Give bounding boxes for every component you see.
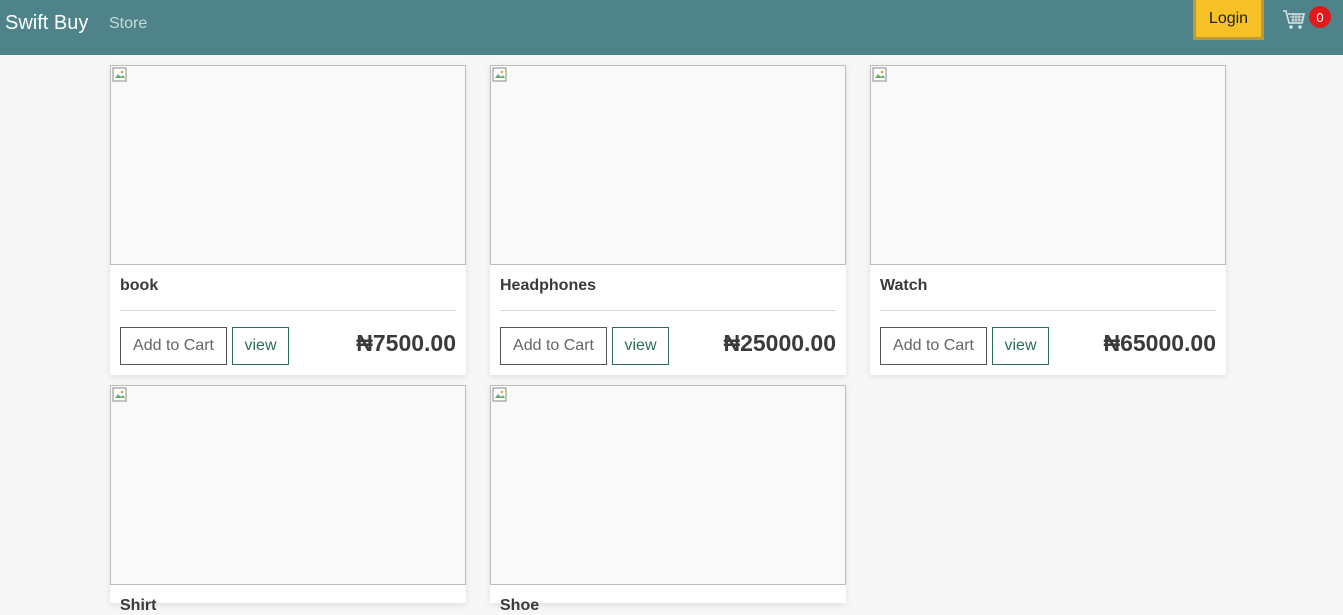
product-name: Shoe [500,597,540,614]
product-card: Shirt [110,385,466,614]
cart-count-badge: 0 [1309,6,1331,28]
brand-logo[interactable]: Swift Buy [5,11,88,35]
divider [120,310,456,311]
view-button[interactable]: view [992,327,1049,365]
nav-link-store[interactable]: Store [109,15,147,33]
product-price: ₦25000.00 [723,330,836,356]
add-to-cart-button[interactable]: Add to Cart [880,327,987,365]
product-name: book [120,277,159,294]
divider [880,310,1216,311]
divider [500,310,836,311]
product-name: Watch [880,277,928,294]
broken-image-icon [492,67,507,82]
product-card: Watch Add to Cart view ₦65000.00 [870,65,1226,375]
broken-image-icon [112,67,127,82]
shopping-cart-icon[interactable] [1282,9,1306,31]
product-card: Shoe [490,385,846,614]
product-image[interactable] [870,65,1226,265]
add-to-cart-button[interactable]: Add to Cart [120,327,227,365]
product-image[interactable] [490,65,846,265]
product-card: book Add to Cart view ₦7500.00 [110,65,466,375]
view-button[interactable]: view [232,327,289,365]
product-image[interactable] [110,65,466,265]
add-to-cart-button[interactable]: Add to Cart [500,327,607,365]
product-image[interactable] [490,385,846,585]
navbar: Swift Buy Store Login 0 [0,0,1343,55]
broken-image-icon [872,67,887,82]
product-price: ₦7500.00 [356,330,456,356]
broken-image-icon [112,387,127,402]
product-card: Headphones Add to Cart view ₦25000.00 [490,65,846,375]
broken-image-icon [492,387,507,402]
view-button[interactable]: view [612,327,669,365]
product-name: Headphones [500,277,597,294]
login-button[interactable]: Login [1193,0,1264,40]
product-image[interactable] [110,385,466,585]
product-name: Shirt [120,597,157,614]
product-price: ₦65000.00 [1103,330,1216,356]
